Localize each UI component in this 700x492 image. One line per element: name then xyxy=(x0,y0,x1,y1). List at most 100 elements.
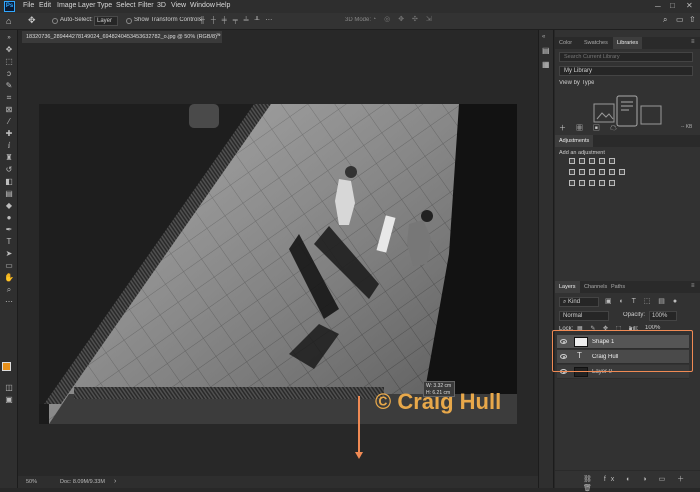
close-icon[interactable]: ✕ xyxy=(686,1,693,10)
layer-footer-icons[interactable]: ⛓ fx ◐ ◑ ▭ ＋ 🗑︎ xyxy=(583,474,700,492)
menu-help[interactable]: Help xyxy=(216,2,230,9)
dodge-tool-icon[interactable]: ● xyxy=(3,212,15,223)
rectangle-tool-icon[interactable]: ▭ xyxy=(3,260,15,271)
eraser-tool-icon[interactable]: ◧ xyxy=(3,176,15,187)
hue-saturation-icon[interactable] xyxy=(569,169,575,175)
gradient-tool-icon[interactable]: ▤ xyxy=(3,188,15,199)
minimize-icon[interactable]: ─ xyxy=(655,2,661,11)
tab-swatches[interactable]: Swatches xyxy=(580,37,612,49)
zoom-tool-icon[interactable]: ⌕ xyxy=(3,284,15,295)
auto-select-target-select[interactable]: Layer xyxy=(94,16,118,26)
curves-icon[interactable] xyxy=(589,158,595,164)
layers-panel-menu-icon[interactable]: ≡ xyxy=(691,283,695,289)
layer-kind-filter[interactable]: ⌕ Kind xyxy=(559,297,599,307)
menu-edit[interactable]: Edit xyxy=(39,2,51,9)
menu-layer[interactable]: Layer xyxy=(78,2,96,9)
color-lookup-icon[interactable] xyxy=(619,169,625,175)
library-storage: -- KB xyxy=(681,124,693,130)
pen-tool-icon[interactable]: ✒ xyxy=(3,224,15,235)
history-panel-icon[interactable]: ▤ xyxy=(542,46,550,55)
menu-file[interactable]: File xyxy=(23,2,34,9)
move-tool-icon[interactable]: ✥ xyxy=(3,44,15,55)
measure-height: H: 6.21 cm xyxy=(426,390,451,396)
3d-tools-icons[interactable]: ◔ ◎ ✥ ✣ ⇲ xyxy=(372,15,435,23)
gradient-map-icon[interactable] xyxy=(599,180,605,186)
share-icon[interactable]: ⇧ xyxy=(689,15,696,24)
photoshop-logo-icon[interactable]: Ps xyxy=(4,1,15,12)
lasso-tool-icon[interactable]: ↄ xyxy=(3,68,15,79)
blur-tool-icon[interactable]: ◆ xyxy=(3,200,15,211)
align-icons[interactable]: ╫ ┼ ╪ ╤ ╧ ╨ ⋯ xyxy=(200,16,274,24)
vibrance-icon[interactable] xyxy=(609,158,615,164)
adjustment-icons-grid[interactable] xyxy=(569,158,649,190)
marquee-tool-icon[interactable]: ⬚ xyxy=(3,56,15,67)
library-select[interactable]: My Library xyxy=(559,66,693,76)
quick-mask-icon[interactable]: ◫ xyxy=(3,382,15,393)
zoom-level[interactable]: 50% xyxy=(26,479,37,485)
document-tab[interactable]: 18320736_289444278149024_694824045345363… xyxy=(22,31,222,43)
opacity-input[interactable]: 100% xyxy=(649,311,677,321)
layer-filter-icons[interactable]: ▣ ◐ T ⬚ ▤ ● xyxy=(605,297,680,305)
foreground-color-swatch[interactable] xyxy=(2,362,11,371)
crop-tool-icon[interactable]: ⌗ xyxy=(3,92,15,103)
collapse-panels-icon[interactable]: « xyxy=(542,34,545,40)
type-tool-icon[interactable]: T xyxy=(3,236,15,247)
search-icon[interactable]: ⌕ xyxy=(663,15,667,25)
hand-tool-icon[interactable]: ✋ xyxy=(3,272,15,283)
tab-libraries[interactable]: Libraries xyxy=(613,37,643,49)
history-brush-icon[interactable]: ↺ xyxy=(3,164,15,175)
black-white-icon[interactable] xyxy=(589,169,595,175)
tab-layers[interactable]: Layers xyxy=(555,281,580,293)
menu-view[interactable]: View xyxy=(171,2,186,9)
menu-select[interactable]: Select xyxy=(116,2,135,9)
channel-mixer-icon[interactable] xyxy=(609,169,615,175)
measure-width: W: 3.32 cm xyxy=(426,383,452,389)
color-balance-icon[interactable] xyxy=(579,169,585,175)
maximize-icon[interactable]: □ xyxy=(670,1,675,10)
auto-select-checkbox[interactable] xyxy=(52,18,58,24)
brightness-icon[interactable] xyxy=(569,158,575,164)
properties-panel-icon[interactable]: ▦ xyxy=(542,60,550,69)
show-transform-checkbox[interactable] xyxy=(126,18,132,24)
menu-filter[interactable]: Filter xyxy=(138,2,154,9)
library-actions-icons[interactable]: ＋ ▦ ▣ ☁ xyxy=(559,123,621,133)
menu-type[interactable]: Type xyxy=(97,2,112,9)
brush-tool-icon[interactable]: ⅈ xyxy=(3,140,15,151)
screen-mode-icon[interactable]: ▣ xyxy=(3,394,15,405)
tab-adjustments[interactable]: Adjustments xyxy=(555,135,594,147)
quick-select-tool-icon[interactable]: ✎ xyxy=(3,80,15,91)
menu-window[interactable]: Window xyxy=(190,2,215,9)
menu-image[interactable]: Image xyxy=(57,2,76,9)
tab-paths[interactable]: Paths xyxy=(607,281,629,293)
levels-icon[interactable] xyxy=(579,158,585,164)
doc-info[interactable]: Doc: 8.09M/9.33M xyxy=(60,479,105,485)
status-arrow-icon[interactable]: › xyxy=(114,478,116,485)
workspace-icon[interactable]: ▭ xyxy=(676,15,684,24)
more-tools-icon[interactable]: ⋯ xyxy=(3,296,15,307)
healing-brush-icon[interactable]: ✚ xyxy=(3,128,15,139)
blend-mode-select[interactable]: Normal xyxy=(559,311,609,321)
photo-canvas[interactable]: © Craig Hull W: 3.32 cm H: 6.21 cm xyxy=(39,104,517,424)
clone-stamp-icon[interactable]: ♜ xyxy=(3,152,15,163)
collapse-tools-icon[interactable]: » xyxy=(3,33,15,44)
posterize-icon[interactable] xyxy=(579,180,585,186)
status-bar: 50% Doc: 8.09M/9.33M › xyxy=(18,476,538,488)
3d-mode-label: 3D Mode: xyxy=(345,17,372,23)
panel-menu-icon[interactable]: ≡ xyxy=(691,39,695,45)
invert-icon[interactable] xyxy=(569,180,575,186)
frame-tool-icon[interactable]: ⊠ xyxy=(3,104,15,115)
home-icon[interactable]: ⌂ xyxy=(6,16,11,26)
tab-color[interactable]: Color xyxy=(555,37,576,49)
library-search-input[interactable]: Search Current Library xyxy=(559,52,693,62)
eyedropper-tool-icon[interactable]: ⁄ xyxy=(3,116,15,127)
close-tab-icon[interactable]: × xyxy=(216,32,220,39)
path-select-icon[interactable]: ➤ xyxy=(3,248,15,259)
menu-3d[interactable]: 3D xyxy=(157,2,166,9)
photo-filter-icon[interactable] xyxy=(599,169,605,175)
street-photo xyxy=(39,104,517,424)
exposure-icon[interactable] xyxy=(599,158,605,164)
move-tool-icon[interactable]: ✥ xyxy=(28,15,36,26)
threshold-icon[interactable] xyxy=(589,180,595,186)
view-by-select[interactable]: View by Type xyxy=(559,80,594,86)
selective-color-icon[interactable] xyxy=(609,180,615,186)
